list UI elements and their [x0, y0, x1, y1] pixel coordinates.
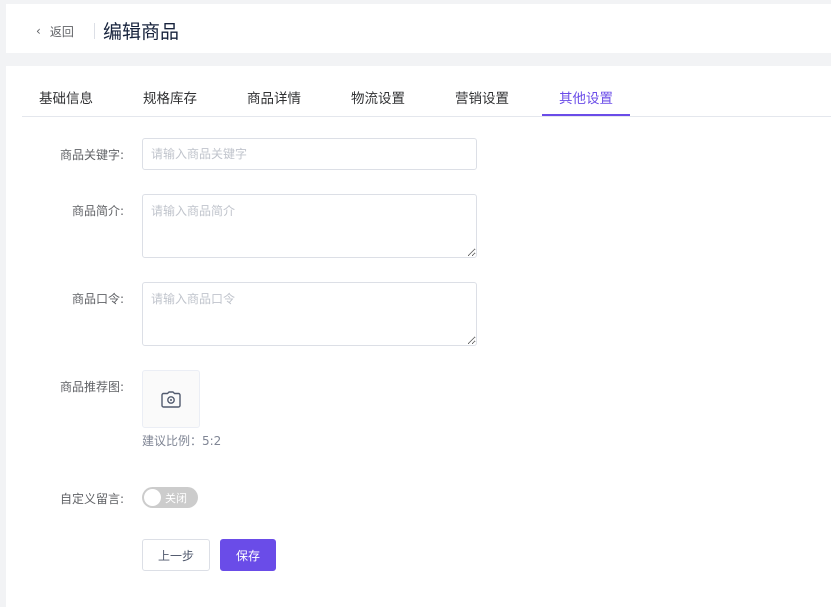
summary-textarea[interactable]: [142, 194, 477, 258]
active-tab-indicator: [542, 114, 630, 116]
chevron-left-icon: ‹: [36, 24, 41, 38]
keyword-label: 商品关键字:: [59, 148, 124, 162]
tab-marketing[interactable]: 营销设置: [454, 84, 510, 117]
prev-step-button[interactable]: 上一步: [142, 539, 210, 571]
camera-icon: [161, 390, 181, 408]
switch-knob: [144, 489, 161, 506]
page-title: 编辑商品: [103, 21, 180, 43]
image-ratio-hint: 建议比例：5:2: [142, 434, 222, 448]
back-label: 返回: [49, 24, 74, 39]
header-divider: [94, 23, 95, 39]
custom-message-switch[interactable]: 关闭: [142, 487, 198, 508]
command-label: 商品口令:: [71, 292, 124, 306]
switch-state-text: 关闭: [165, 492, 187, 505]
summary-label: 商品简介:: [71, 204, 124, 218]
tab-basic-info[interactable]: 基础信息: [38, 84, 94, 117]
tab-product-detail[interactable]: 商品详情: [246, 84, 302, 117]
tab-other-settings[interactable]: 其他设置: [542, 84, 630, 117]
custom-message-label: 自定义留言:: [59, 492, 124, 506]
tab-spec-stock[interactable]: 规格库存: [142, 84, 198, 117]
page-header: ‹ 返回 编辑商品: [6, 4, 831, 53]
tab-bar: 基础信息 规格库存 商品详情 物流设置 营销设置 其他设置: [22, 84, 831, 117]
keyword-input[interactable]: [142, 138, 477, 170]
recommend-image-label: 商品推荐图:: [59, 380, 124, 394]
back-button[interactable]: ‹ 返回: [36, 21, 74, 41]
form-panel: 基础信息 规格库存 商品详情 物流设置 营销设置 其他设置 商品关键字: 商品简…: [6, 66, 831, 607]
tab-logistics[interactable]: 物流设置: [350, 84, 406, 117]
save-button[interactable]: 保存: [220, 539, 276, 571]
image-upload-box[interactable]: [142, 370, 200, 428]
command-textarea[interactable]: [142, 282, 477, 346]
